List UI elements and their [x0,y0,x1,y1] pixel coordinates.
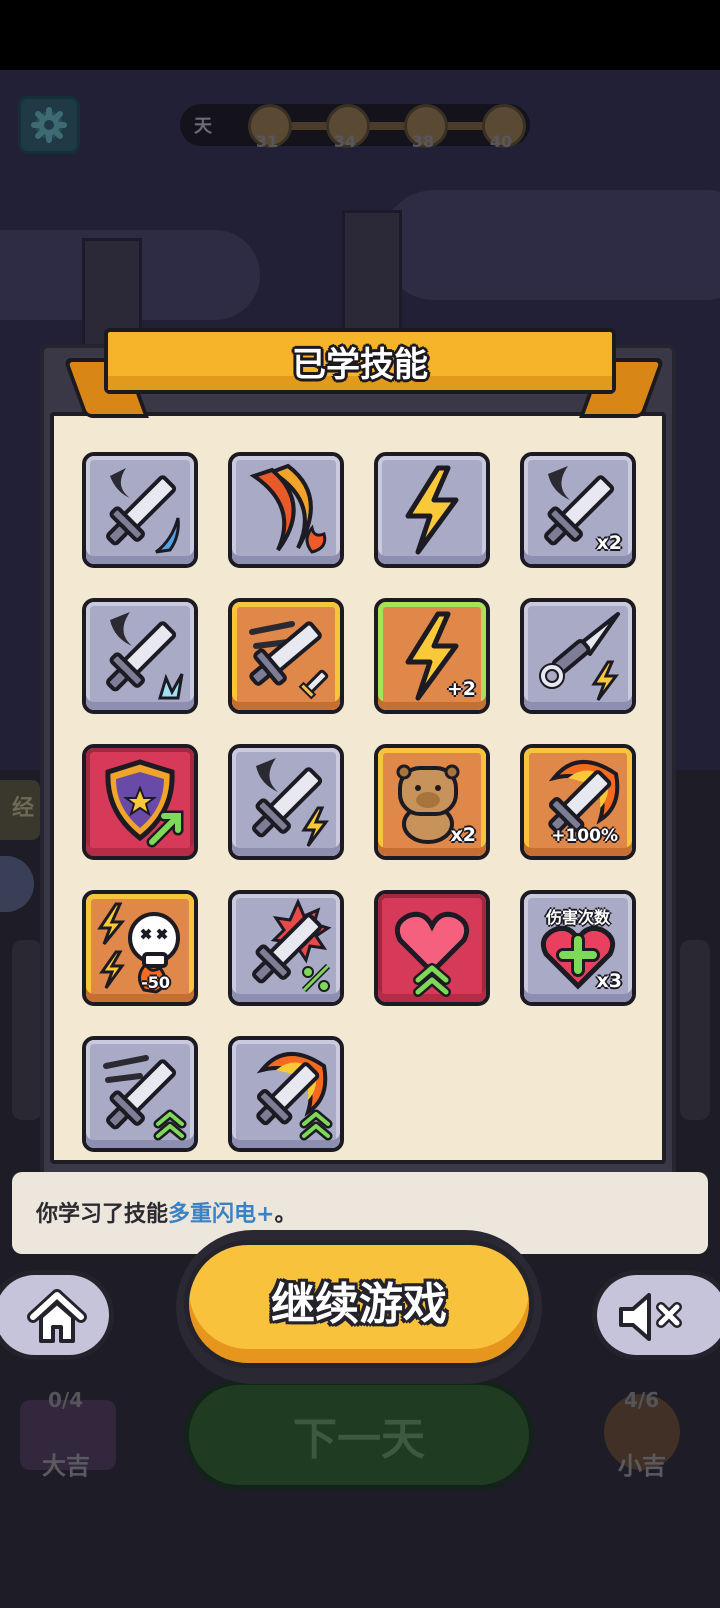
skill-tile-18[interactable] [228,1036,344,1152]
skill-tile-10[interactable] [228,744,344,860]
fire-sword-up-icon [256,1051,333,1141]
continue-game-button[interactable]: 继续游戏 [184,1240,534,1368]
pillar [342,210,402,346]
skill-badge: +100% [551,826,618,846]
gear-icon [31,107,67,143]
message-suffix: 。 [274,1202,297,1227]
background-panel [680,940,710,1120]
modal-title: 已学技能 [292,344,428,385]
home-button[interactable] [0,1270,114,1360]
fortune-right-count: 4/6 [624,1388,660,1412]
sword-crit-percent-icon [252,898,332,993]
background-panel [12,940,42,1120]
heart-up-icon [394,911,470,997]
skill-tile-17[interactable] [82,1036,198,1152]
skill-top-label: 伤害次数 [545,908,610,927]
milestone-number: 38 [411,132,435,151]
home-icon [27,1289,87,1343]
skill-tile-3[interactable] [374,452,490,568]
fire-crescent-icon [249,463,327,554]
continue-game-label: 继续游戏 [271,1279,447,1330]
skill-tile-5[interactable] [82,598,198,714]
skill-tile-1[interactable] [82,452,198,568]
modal-title-banner: 已学技能 [104,328,616,394]
skill-tile-13[interactable]: -50 [82,890,198,1006]
day-progress-line [270,122,510,130]
next-day-button[interactable]: 下一天 [184,1380,534,1490]
fortune-left-count: 0/4 [48,1388,84,1412]
sword-speed-up-icon [103,1055,187,1141]
sword-ice-burst-icon [106,612,184,700]
milestone-number: 31 [255,132,279,151]
milestone-number: 40 [489,132,513,151]
skill-badge: x2 [450,824,476,846]
shield-up-icon [105,759,184,848]
skill-tile-11[interactable]: x2 [374,744,490,860]
cloud [380,190,720,300]
skill-badge: -50 [141,973,170,992]
fortune-right-name: 小吉 [618,1452,666,1480]
skill-badge: x2 [596,532,622,554]
message-prefix: 你学习了技能 [36,1202,169,1227]
milestone-number: 34 [333,132,357,151]
skill-tile-14[interactable] [228,890,344,1006]
skill-tile-2[interactable] [228,452,344,568]
side-tab-left-label: 经 [12,796,35,821]
fortune-left-name: 大吉 [42,1452,90,1480]
skill-tile-6[interactable] [228,598,344,714]
kunai-lightning-icon [539,612,620,701]
skill-tile-9[interactable] [82,744,198,860]
mute-icon [619,1293,682,1341]
status-bar-area [0,0,720,70]
lightning-icon [405,465,459,555]
sword-rush-icon [249,621,329,700]
settings-button[interactable] [18,96,80,154]
skill-tile-12[interactable]: +100% [520,744,636,860]
skill-tile-4[interactable]: x2 [520,452,636,568]
day-label: 天 [194,116,212,137]
skill-tile-8[interactable] [520,598,636,714]
next-day-label: 下一天 [293,1414,425,1465]
message-skill-name: 多重闪电+ [168,1202,275,1227]
skill-learned-message: 你学习了技能多重闪电+。 [36,1196,296,1228]
sword-lightning-icon [252,758,329,847]
sword-wave-ice-icon [106,468,180,554]
mute-button[interactable] [592,1270,720,1360]
skill-tile-15[interactable] [374,890,490,1006]
skill-tile-7[interactable]: +2 [374,598,490,714]
skull-lightning-icon [97,902,180,994]
skill-tile-16[interactable]: 伤害次数 x3 [520,890,636,1006]
skill-badge: x3 [596,970,622,992]
skill-badge: +2 [446,678,476,700]
